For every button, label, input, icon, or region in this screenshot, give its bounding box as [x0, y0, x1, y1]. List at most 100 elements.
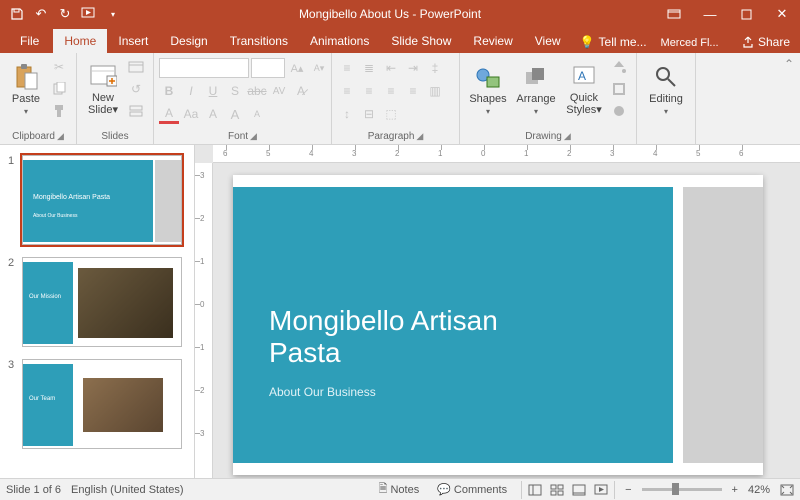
- ribbon-display-icon[interactable]: [656, 0, 692, 28]
- paragraph-launcher-icon[interactable]: ◢: [416, 131, 423, 142]
- columns-icon[interactable]: ▥: [425, 81, 445, 101]
- align-center-icon[interactable]: ≡: [359, 81, 379, 101]
- reset-icon[interactable]: ↺: [126, 79, 146, 99]
- decreasefs-icon[interactable]: A: [247, 104, 267, 124]
- language-status[interactable]: English (United States): [71, 484, 184, 496]
- notes-button[interactable]: 🗎Notes: [375, 480, 424, 499]
- thumbnail-3[interactable]: 3 Our Team: [4, 353, 194, 455]
- align-right-icon[interactable]: ≡: [381, 81, 401, 101]
- italic-icon[interactable]: I: [181, 81, 201, 101]
- thumb-slide-2[interactable]: Our Mission: [22, 257, 182, 347]
- window-title: Mongibello About Us - PowerPoint: [124, 7, 656, 21]
- comments-button[interactable]: 💬Comments: [433, 483, 511, 496]
- start-slideshow-icon[interactable]: [78, 3, 100, 25]
- normal-view-icon[interactable]: [524, 481, 546, 499]
- text-direction-icon[interactable]: ↕: [337, 104, 357, 124]
- font-name-combo[interactable]: [159, 58, 249, 78]
- change-case-icon[interactable]: Aa: [181, 104, 201, 124]
- shape-fill-icon[interactable]: [609, 57, 629, 77]
- font-size-combo[interactable]: [251, 58, 285, 78]
- indent-dec-icon[interactable]: ⇤: [381, 58, 401, 78]
- strike-icon[interactable]: abc: [247, 81, 267, 101]
- new-slide-button[interactable]: NewSlide▾: [82, 55, 124, 123]
- quick-styles-button[interactable]: A QuickStyles▾: [561, 55, 607, 123]
- editing-button[interactable]: Editing▾: [642, 55, 690, 123]
- thumbnail-2[interactable]: 2 Our Mission: [4, 251, 194, 353]
- spacing-icon[interactable]: AV: [269, 81, 289, 101]
- layout-icon[interactable]: [126, 57, 146, 77]
- qat-customize-icon[interactable]: ▾: [102, 3, 124, 25]
- vertical-ruler[interactable]: 3210123: [195, 163, 213, 478]
- fit-to-window-icon[interactable]: [780, 484, 794, 496]
- smartart-icon[interactable]: ⬚: [381, 104, 401, 124]
- collapse-ribbon-icon[interactable]: ⌃: [784, 57, 794, 71]
- bullets-icon[interactable]: ≡: [337, 58, 357, 78]
- tab-view[interactable]: View: [524, 29, 572, 53]
- zoom-in-icon[interactable]: +: [732, 484, 738, 496]
- undo-icon[interactable]: ↶: [30, 3, 52, 25]
- slide-counter[interactable]: Slide 1 of 6: [6, 484, 61, 496]
- font-launcher-icon[interactable]: ◢: [250, 131, 257, 142]
- clear-format-icon[interactable]: A̷: [291, 81, 311, 101]
- account-name[interactable]: Merced Fl...: [655, 33, 725, 53]
- indent-inc-icon[interactable]: ⇥: [403, 58, 423, 78]
- thumb-slide-1[interactable]: Mongibello Artisan Pasta About Our Busin…: [22, 155, 182, 245]
- tab-insert[interactable]: Insert: [107, 29, 159, 53]
- numbering-icon[interactable]: ≣: [359, 58, 379, 78]
- justify-icon[interactable]: ≡: [403, 81, 423, 101]
- sorter-view-icon[interactable]: [546, 481, 568, 499]
- format-painter-icon[interactable]: [49, 101, 69, 121]
- drawing-launcher-icon[interactable]: ◢: [564, 131, 571, 142]
- close-icon[interactable]: ✕: [764, 0, 800, 28]
- slide-subtitle[interactable]: About Our Business: [269, 385, 376, 399]
- increasefs-icon[interactable]: A: [225, 104, 245, 124]
- share-button[interactable]: Share: [732, 31, 800, 53]
- zoom-level[interactable]: 42%: [748, 484, 770, 496]
- shrink-font-icon[interactable]: A▾: [309, 58, 329, 78]
- zoom-handle[interactable]: [672, 483, 679, 495]
- shadow-icon[interactable]: S: [225, 81, 245, 101]
- clipboard-launcher-icon[interactable]: ◢: [57, 131, 64, 142]
- tab-design[interactable]: Design: [159, 29, 218, 53]
- save-icon[interactable]: [6, 3, 28, 25]
- shape-outline-icon[interactable]: [609, 79, 629, 99]
- line-spacing-icon[interactable]: ‡: [425, 58, 445, 78]
- slide-thumbnails-panel[interactable]: 1 Mongibello Artisan Pasta About Our Bus…: [0, 145, 195, 478]
- grow-font-icon[interactable]: A▴: [287, 58, 307, 78]
- cut-icon[interactable]: ✂: [49, 57, 69, 77]
- arrange-icon: [522, 63, 550, 91]
- tab-file[interactable]: File: [6, 29, 53, 53]
- tab-transitions[interactable]: Transitions: [219, 29, 299, 53]
- highlight-icon[interactable]: A: [203, 104, 223, 124]
- shape-effects-icon[interactable]: [609, 101, 629, 121]
- slide-stage[interactable]: Mongibello ArtisanPasta About Our Busine…: [213, 163, 800, 478]
- zoom-out-icon[interactable]: −: [625, 484, 631, 496]
- align-text-icon[interactable]: ⊟: [359, 104, 379, 124]
- underline-icon[interactable]: U: [203, 81, 223, 101]
- tab-review[interactable]: Review: [462, 29, 523, 53]
- redo-icon[interactable]: ↻: [54, 3, 76, 25]
- tab-animations[interactable]: Animations: [299, 29, 380, 53]
- slide-canvas[interactable]: Mongibello ArtisanPasta About Our Busine…: [233, 175, 763, 475]
- tab-home[interactable]: Home: [53, 29, 107, 53]
- shapes-button[interactable]: Shapes▾: [465, 55, 511, 123]
- reading-view-icon[interactable]: [568, 481, 590, 499]
- horizontal-ruler[interactable]: 6543210123456: [213, 145, 800, 163]
- tell-me[interactable]: 💡Tell me...: [572, 31, 655, 53]
- slide-title[interactable]: Mongibello ArtisanPasta: [269, 305, 498, 369]
- copy-icon[interactable]: [49, 79, 69, 99]
- maximize-icon[interactable]: [728, 0, 764, 28]
- font-color-icon[interactable]: A: [159, 104, 179, 124]
- thumbnail-1[interactable]: 1 Mongibello Artisan Pasta About Our Bus…: [4, 149, 194, 251]
- quick-styles-label: QuickStyles▾: [566, 92, 601, 116]
- align-left-icon[interactable]: ≡: [337, 81, 357, 101]
- arrange-button[interactable]: Arrange▾: [511, 55, 561, 123]
- thumb-slide-3[interactable]: Our Team: [22, 359, 182, 449]
- bold-icon[interactable]: B: [159, 81, 179, 101]
- section-icon[interactable]: [126, 101, 146, 121]
- zoom-slider[interactable]: [642, 488, 722, 491]
- paste-button[interactable]: Paste ▾: [5, 55, 47, 123]
- minimize-icon[interactable]: —: [692, 0, 728, 28]
- slideshow-view-icon[interactable]: [590, 481, 612, 499]
- tab-slideshow[interactable]: Slide Show: [380, 29, 462, 53]
